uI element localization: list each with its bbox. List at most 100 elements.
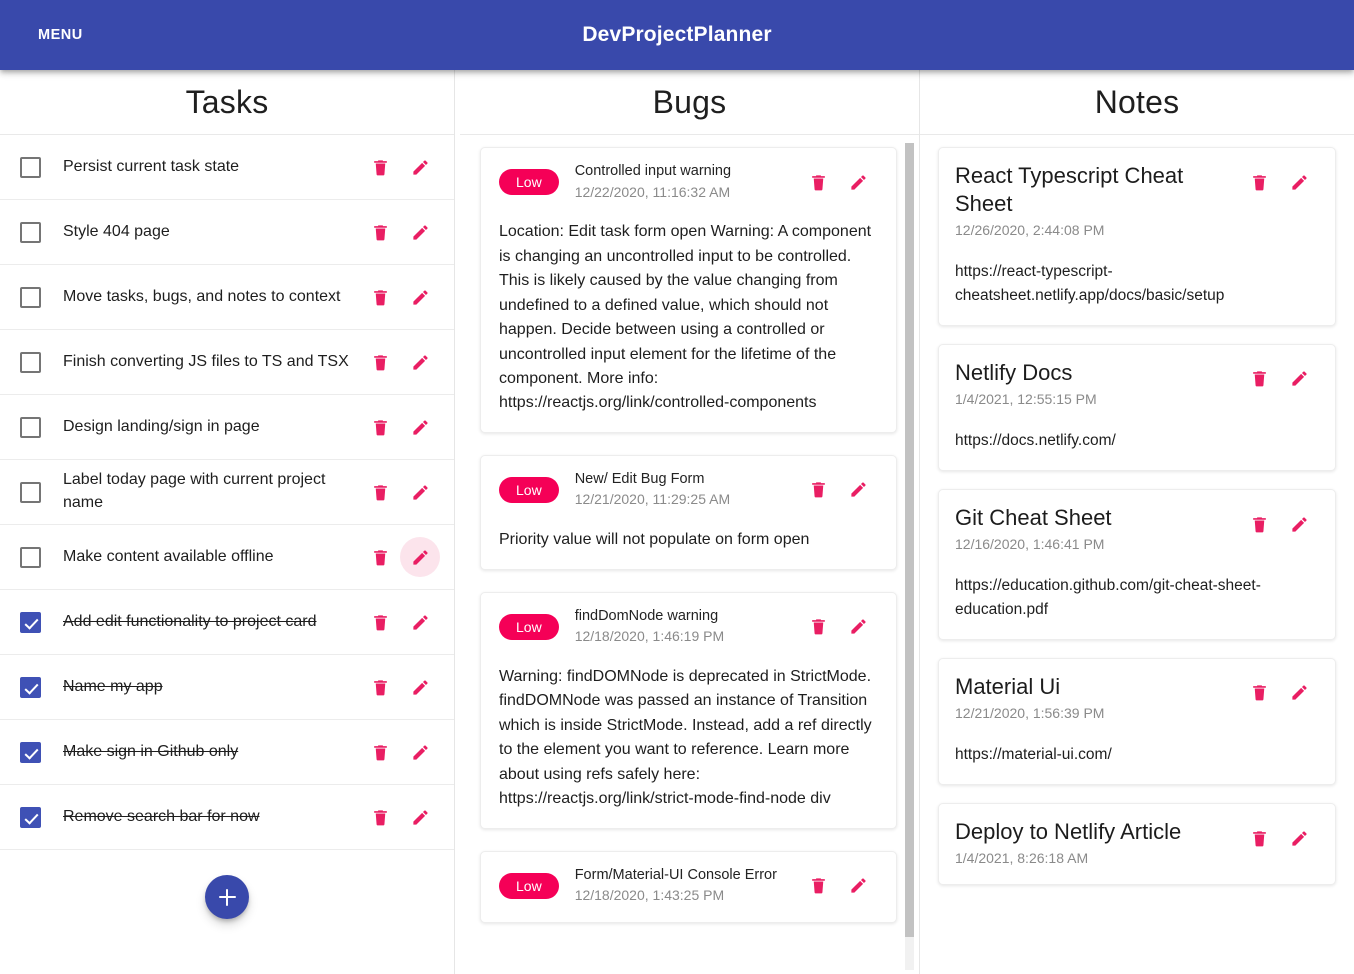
edit-task-button[interactable] (400, 147, 440, 187)
delete-bug-button[interactable] (798, 162, 838, 202)
task-row: Remove search bar for now (0, 785, 454, 850)
note-meta: Material Ui 12/21/2020, 1:56:39 PM (955, 673, 1239, 721)
task-label: Name my app (63, 677, 163, 695)
trash-icon (809, 876, 828, 895)
delete-task-button[interactable] (360, 342, 400, 382)
pencil-icon (411, 418, 430, 437)
task-checkbox[interactable] (20, 481, 41, 503)
note-meta: React Typescript Cheat Sheet 12/26/2020, … (955, 162, 1239, 238)
note-link[interactable]: https://education.github.com/git-cheat-s… (955, 574, 1319, 621)
bugs-scrollbar[interactable] (905, 143, 914, 970)
note-link[interactable]: https://docs.netlify.com/ (955, 429, 1319, 452)
task-checkbox[interactable] (20, 546, 41, 568)
note-link[interactable]: https://react-typescript-cheatsheet.netl… (955, 260, 1319, 307)
edit-task-button[interactable] (400, 797, 440, 837)
task-row: Persist current task state (0, 135, 454, 200)
task-row: Name my app (0, 655, 454, 720)
edit-task-button[interactable] (400, 342, 440, 382)
delete-note-button[interactable] (1239, 673, 1279, 713)
task-checkbox[interactable] (20, 741, 41, 763)
task-checkbox[interactable] (20, 286, 41, 308)
note-card: React Typescript Cheat Sheet 12/26/2020, … (938, 147, 1336, 326)
task-checkbox[interactable] (20, 676, 41, 698)
task-label: Finish converting JS files to TS and TSX (63, 352, 349, 370)
menu-button[interactable]: MENU (26, 19, 95, 51)
delete-bug-button[interactable] (798, 866, 838, 906)
bugs-column-body: Low Controlled input warning 12/22/2020, 1… (460, 135, 919, 974)
pencil-icon (411, 678, 430, 697)
edit-bug-button[interactable] (838, 470, 878, 510)
bug-priority-badge: Low (499, 169, 559, 196)
edit-note-button[interactable] (1279, 504, 1319, 544)
note-title: Material Ui (955, 673, 1061, 699)
task-row: Style 404 page (0, 200, 454, 265)
edit-task-button[interactable] (400, 667, 440, 707)
pencil-icon (411, 483, 430, 502)
delete-task-button[interactable] (360, 732, 400, 772)
delete-task-button[interactable] (360, 147, 400, 187)
delete-task-button[interactable] (360, 407, 400, 447)
notes-column-title: Notes (920, 70, 1354, 135)
task-row: Finish converting JS files to TS and TSX (0, 330, 454, 395)
task-label: Design landing/sign in page (63, 417, 260, 435)
delete-task-button[interactable] (360, 277, 400, 317)
task-checkbox[interactable] (20, 416, 41, 438)
delete-bug-button[interactable] (798, 607, 838, 647)
edit-task-button[interactable] (400, 472, 440, 512)
edit-bug-button[interactable] (838, 607, 878, 647)
edit-task-button[interactable] (400, 537, 440, 577)
pencil-icon (411, 353, 430, 372)
task-checkbox[interactable] (20, 156, 41, 178)
edit-task-button[interactable] (400, 212, 440, 252)
edit-note-button[interactable] (1279, 162, 1319, 202)
bug-card: Low New/ Edit Bug Form 12/21/2020, 11:29:2… (480, 454, 897, 570)
bug-meta: findDomNode warning 12/18/2020, 1:46:19 P… (575, 607, 798, 647)
trash-icon (371, 353, 390, 372)
task-label: Add edit functionality to project card (63, 612, 317, 630)
note-actions (1239, 504, 1319, 544)
delete-task-button[interactable] (360, 212, 400, 252)
task-checkbox[interactable] (20, 351, 41, 373)
pencil-icon (411, 288, 430, 307)
edit-note-button[interactable] (1279, 673, 1319, 713)
edit-note-button[interactable] (1279, 818, 1319, 858)
delete-task-button[interactable] (360, 472, 400, 512)
bug-title: findDomNode warning (574, 607, 719, 624)
edit-task-button[interactable] (400, 407, 440, 447)
edit-note-button[interactable] (1279, 359, 1319, 399)
edit-bug-button[interactable] (838, 866, 878, 906)
trash-icon (371, 223, 390, 242)
bug-list: Low Controlled input warning 12/22/2020, 1… (460, 135, 919, 974)
task-checkbox[interactable] (20, 221, 41, 243)
delete-note-button[interactable] (1239, 818, 1279, 858)
delete-task-button[interactable] (360, 797, 400, 837)
note-actions (1239, 673, 1319, 713)
task-checkbox[interactable] (20, 611, 41, 633)
note-timestamp: 12/21/2020, 1:56:39 PM (955, 705, 1105, 722)
delete-task-button[interactable] (360, 602, 400, 642)
delete-task-button[interactable] (360, 667, 400, 707)
delete-note-button[interactable] (1239, 504, 1279, 544)
bug-card: Low Form/Material-UI Console Error 12/18/2… (480, 850, 897, 923)
board: Tasks Persist current task state Style 40… (0, 70, 1354, 974)
delete-note-button[interactable] (1239, 162, 1279, 202)
delete-task-button[interactable] (360, 537, 400, 577)
note-title: React Typescript Cheat Sheet (955, 163, 1184, 217)
add-task-fab[interactable] (205, 875, 249, 919)
trash-icon (1250, 369, 1269, 388)
edit-task-button[interactable] (400, 732, 440, 772)
edit-task-button[interactable] (400, 277, 440, 317)
note-link[interactable]: https://material-ui.com/ (955, 743, 1319, 766)
edit-task-button[interactable] (400, 602, 440, 642)
delete-bug-button[interactable] (798, 470, 838, 510)
delete-note-button[interactable] (1239, 359, 1279, 399)
edit-bug-button[interactable] (838, 162, 878, 202)
task-label: Make sign in Github only (63, 742, 239, 760)
bugs-scrollbar-thumb[interactable] (905, 143, 914, 937)
trash-icon (809, 480, 828, 499)
task-checkbox[interactable] (20, 806, 41, 828)
bug-title: Form/Material-UI Console Error (574, 866, 777, 883)
note-actions (1239, 359, 1319, 399)
trash-icon (371, 678, 390, 697)
bugs-column: Bugs Low Controlled input warning 12/22/20… (460, 70, 920, 974)
